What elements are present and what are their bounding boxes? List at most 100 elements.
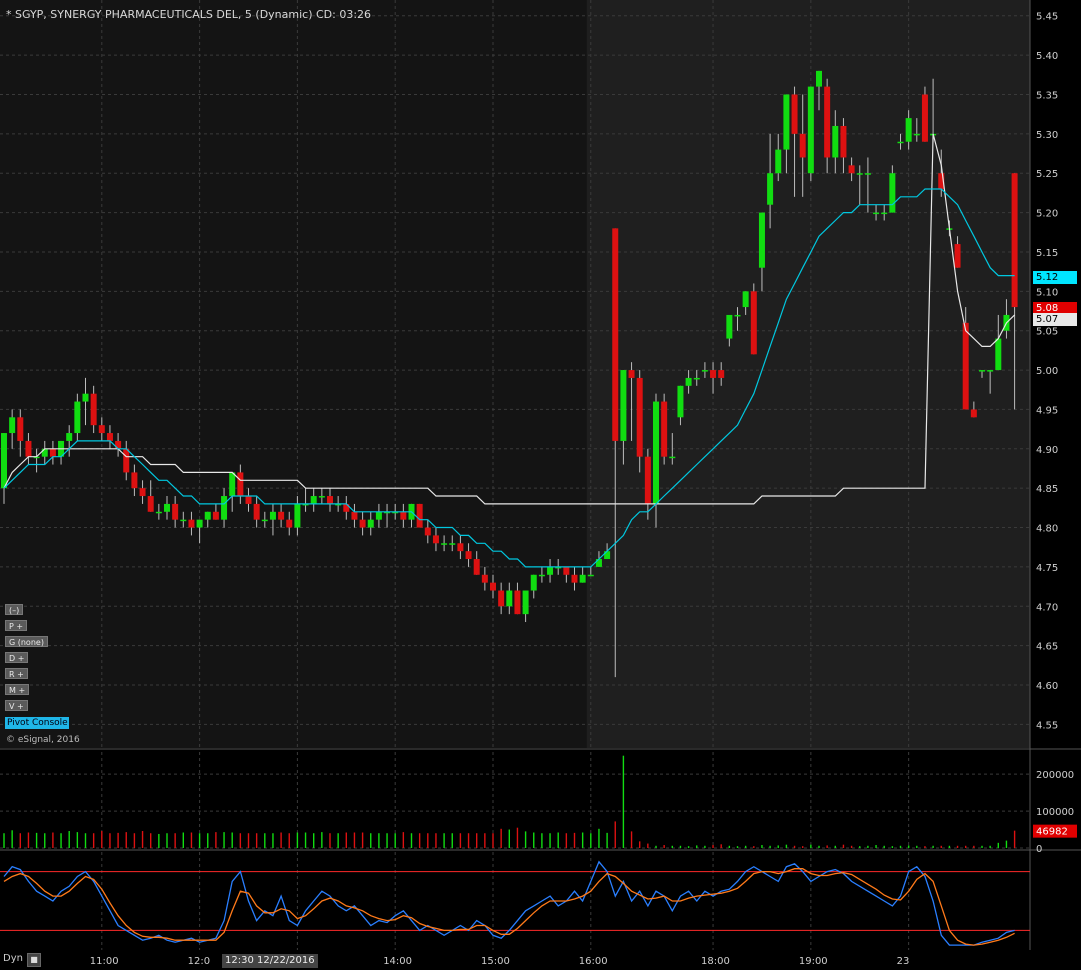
price-tick-label: 4.80 (1036, 524, 1058, 535)
candle-body (294, 503, 301, 528)
candle-body (253, 503, 260, 520)
m-button[interactable]: M + (5, 684, 30, 695)
time-tick-label: 23 (896, 956, 910, 967)
candle-body (905, 118, 912, 142)
candle-body (987, 370, 994, 372)
candle-body (677, 385, 684, 418)
candle-body (449, 543, 456, 545)
candle-body (139, 488, 146, 497)
candle-body (424, 527, 431, 536)
candle-body (490, 582, 496, 591)
candle-body (979, 370, 985, 372)
candle-body (848, 165, 855, 174)
candle-body (514, 590, 521, 615)
time-tick-label: 18:00 (701, 956, 730, 967)
candle-body (832, 125, 839, 158)
price-tick-label: 5.35 (1036, 90, 1058, 101)
candle-body (416, 503, 423, 528)
price-tick-label: 4.60 (1036, 681, 1058, 692)
candle-body (563, 566, 570, 575)
candle-body (742, 291, 749, 308)
chart-window: 4.55 4.60 4.65 4.70 4.75 4.80 4.85 4.90 4.95 5.00… (0, 0, 1081, 970)
price-tick-label: 4.75 (1036, 563, 1058, 574)
candle-body (995, 338, 1002, 371)
candle-body (595, 559, 602, 567)
candle-body (164, 503, 170, 512)
candle-body (710, 370, 717, 378)
copyright-text: © eSignal, 2016 (6, 735, 80, 745)
price-tick-label: 4.70 (1036, 602, 1058, 613)
lock-icon[interactable]: ■ (27, 953, 41, 967)
drawing-button[interactable]: D + (5, 652, 29, 663)
candle-body (400, 511, 407, 520)
candle-body (481, 574, 488, 583)
candle-body (66, 433, 73, 441)
candle-body (318, 496, 325, 498)
candle-body (327, 496, 333, 504)
volume-tick-label: 0 (1036, 844, 1042, 855)
candle-body (750, 291, 757, 355)
candle-body (799, 133, 806, 158)
collapse-button[interactable]: (–) (5, 604, 24, 615)
candle-body (1011, 173, 1018, 308)
price-button[interactable]: P + (5, 620, 28, 631)
volume-tick-label: 100000 (1036, 807, 1074, 818)
candle-body (245, 496, 252, 504)
price-tick-label: 4.55 (1036, 720, 1058, 731)
price-tick-label: 5.30 (1036, 130, 1058, 141)
time-tick-label: 14:00 (383, 956, 413, 967)
candle-body (269, 511, 276, 520)
candle-body (840, 125, 847, 158)
candle-body (661, 401, 668, 457)
candle-body (636, 377, 643, 457)
chart-canvas[interactable]: 4.55 4.60 4.65 4.70 4.75 4.80 4.85 4.90 4.95 5.00… (0, 0, 1081, 970)
dynamic-label[interactable]: Dyn (3, 953, 23, 964)
candle-body (9, 417, 16, 434)
volume-last-value: 46982 (1036, 827, 1068, 838)
candle-body (628, 370, 635, 378)
price-tick-label: 5.10 (1036, 287, 1058, 298)
candle-body (970, 409, 977, 418)
candle-body (824, 86, 831, 158)
candle-body (367, 519, 374, 528)
candle-body (90, 393, 97, 426)
candle-body (465, 551, 472, 560)
stochastic-panel-bg (0, 852, 1030, 950)
candle-body (41, 448, 48, 457)
candle-body (775, 149, 782, 174)
grouping-button[interactable]: G (none) (5, 636, 48, 647)
ema-fast-price-tag: 5.12 (1033, 271, 1077, 284)
price-tick-label: 5.15 (1036, 248, 1058, 259)
time-tick-label: 19:00 (798, 956, 828, 967)
price-tick-label: 5.05 (1036, 327, 1058, 338)
candle-body (351, 511, 358, 520)
candle-body (522, 590, 529, 615)
candle-body (881, 212, 888, 215)
candle-body (767, 173, 774, 205)
candle-body (734, 314, 741, 317)
candle-body (115, 440, 122, 449)
candle-body (375, 511, 382, 520)
time-tick-label: 12:0 (187, 956, 211, 967)
candle-body (620, 370, 627, 441)
candle-body (473, 559, 480, 575)
candle-body (457, 543, 464, 552)
candle-body (359, 519, 366, 528)
price-tick-label: 4.90 (1036, 445, 1058, 456)
candle-body (612, 228, 619, 441)
candle-body (106, 433, 113, 441)
pivot-console-button[interactable]: Pivot Console (5, 717, 69, 729)
candle-body (864, 173, 871, 175)
candle-body (123, 448, 130, 473)
candle-body (432, 535, 439, 544)
candle-body (155, 511, 162, 514)
candle-body (310, 496, 317, 504)
v-button[interactable]: V + (5, 700, 28, 711)
candle-body (261, 519, 268, 522)
candle-body (25, 440, 32, 457)
r-button[interactable]: R + (5, 668, 28, 679)
ema-slow-price-tag: 5.07 (1033, 313, 1077, 326)
candle-body (221, 496, 228, 520)
candle-body (791, 94, 798, 134)
candle-body (229, 472, 236, 497)
